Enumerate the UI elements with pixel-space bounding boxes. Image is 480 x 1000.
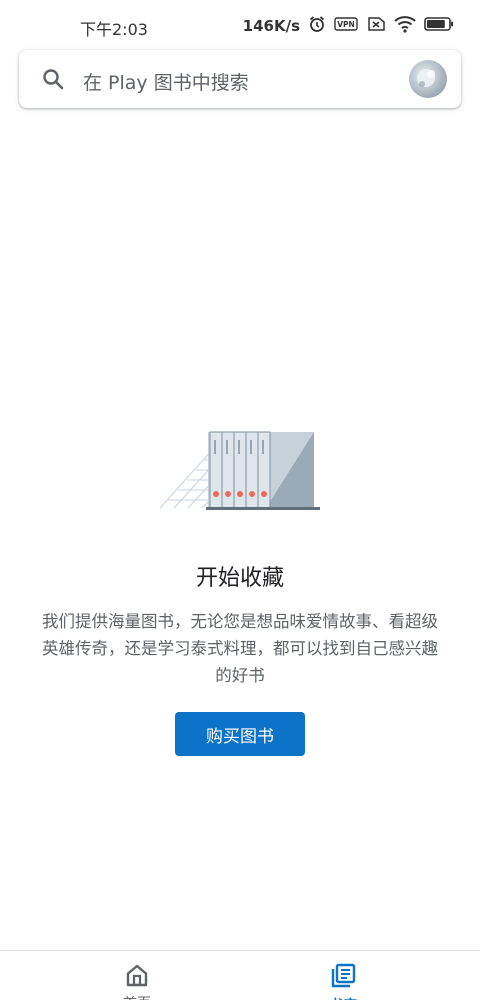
empty-state-description: 我们提供海量图书，无论您是想品味爱情故事、看超级英雄传奇，还是学习泰式料理，都可…	[42, 612, 438, 685]
bookshelf-illustration	[156, 420, 324, 516]
home-icon	[124, 963, 150, 991]
battery-icon	[424, 16, 454, 36]
alarm-icon	[308, 15, 326, 37]
svg-text:VPN: VPN	[337, 20, 355, 29]
status-bar: 下午2:03 146K/s VPN	[0, 0, 480, 50]
nav-item-home[interactable]: 首页	[77, 963, 197, 1000]
search-input[interactable]: 在 Play 图书中搜索	[83, 68, 249, 95]
nav-label-library: 书库	[329, 995, 357, 1000]
status-time: 下午2:03	[80, 20, 148, 39]
avatar[interactable]	[409, 60, 447, 98]
nav-label-home: 首页	[123, 993, 151, 1000]
status-icons: 146K/s VPN	[243, 15, 454, 37]
no-sim-icon	[366, 16, 386, 36]
search-bar[interactable]: 在 Play 图书中搜索	[19, 50, 461, 108]
search-icon	[41, 67, 65, 95]
buy-books-button[interactable]: 购买图书	[175, 712, 305, 756]
nav-item-library[interactable]: 书库	[283, 963, 403, 1000]
library-icon	[330, 963, 356, 993]
wifi-icon	[394, 15, 416, 37]
vpn-icon: VPN	[334, 16, 358, 36]
bottom-navigation: 首页 书库	[0, 950, 480, 1000]
network-speed: 146K/s	[242, 17, 300, 35]
empty-state-title: 开始收藏	[195, 566, 284, 591]
